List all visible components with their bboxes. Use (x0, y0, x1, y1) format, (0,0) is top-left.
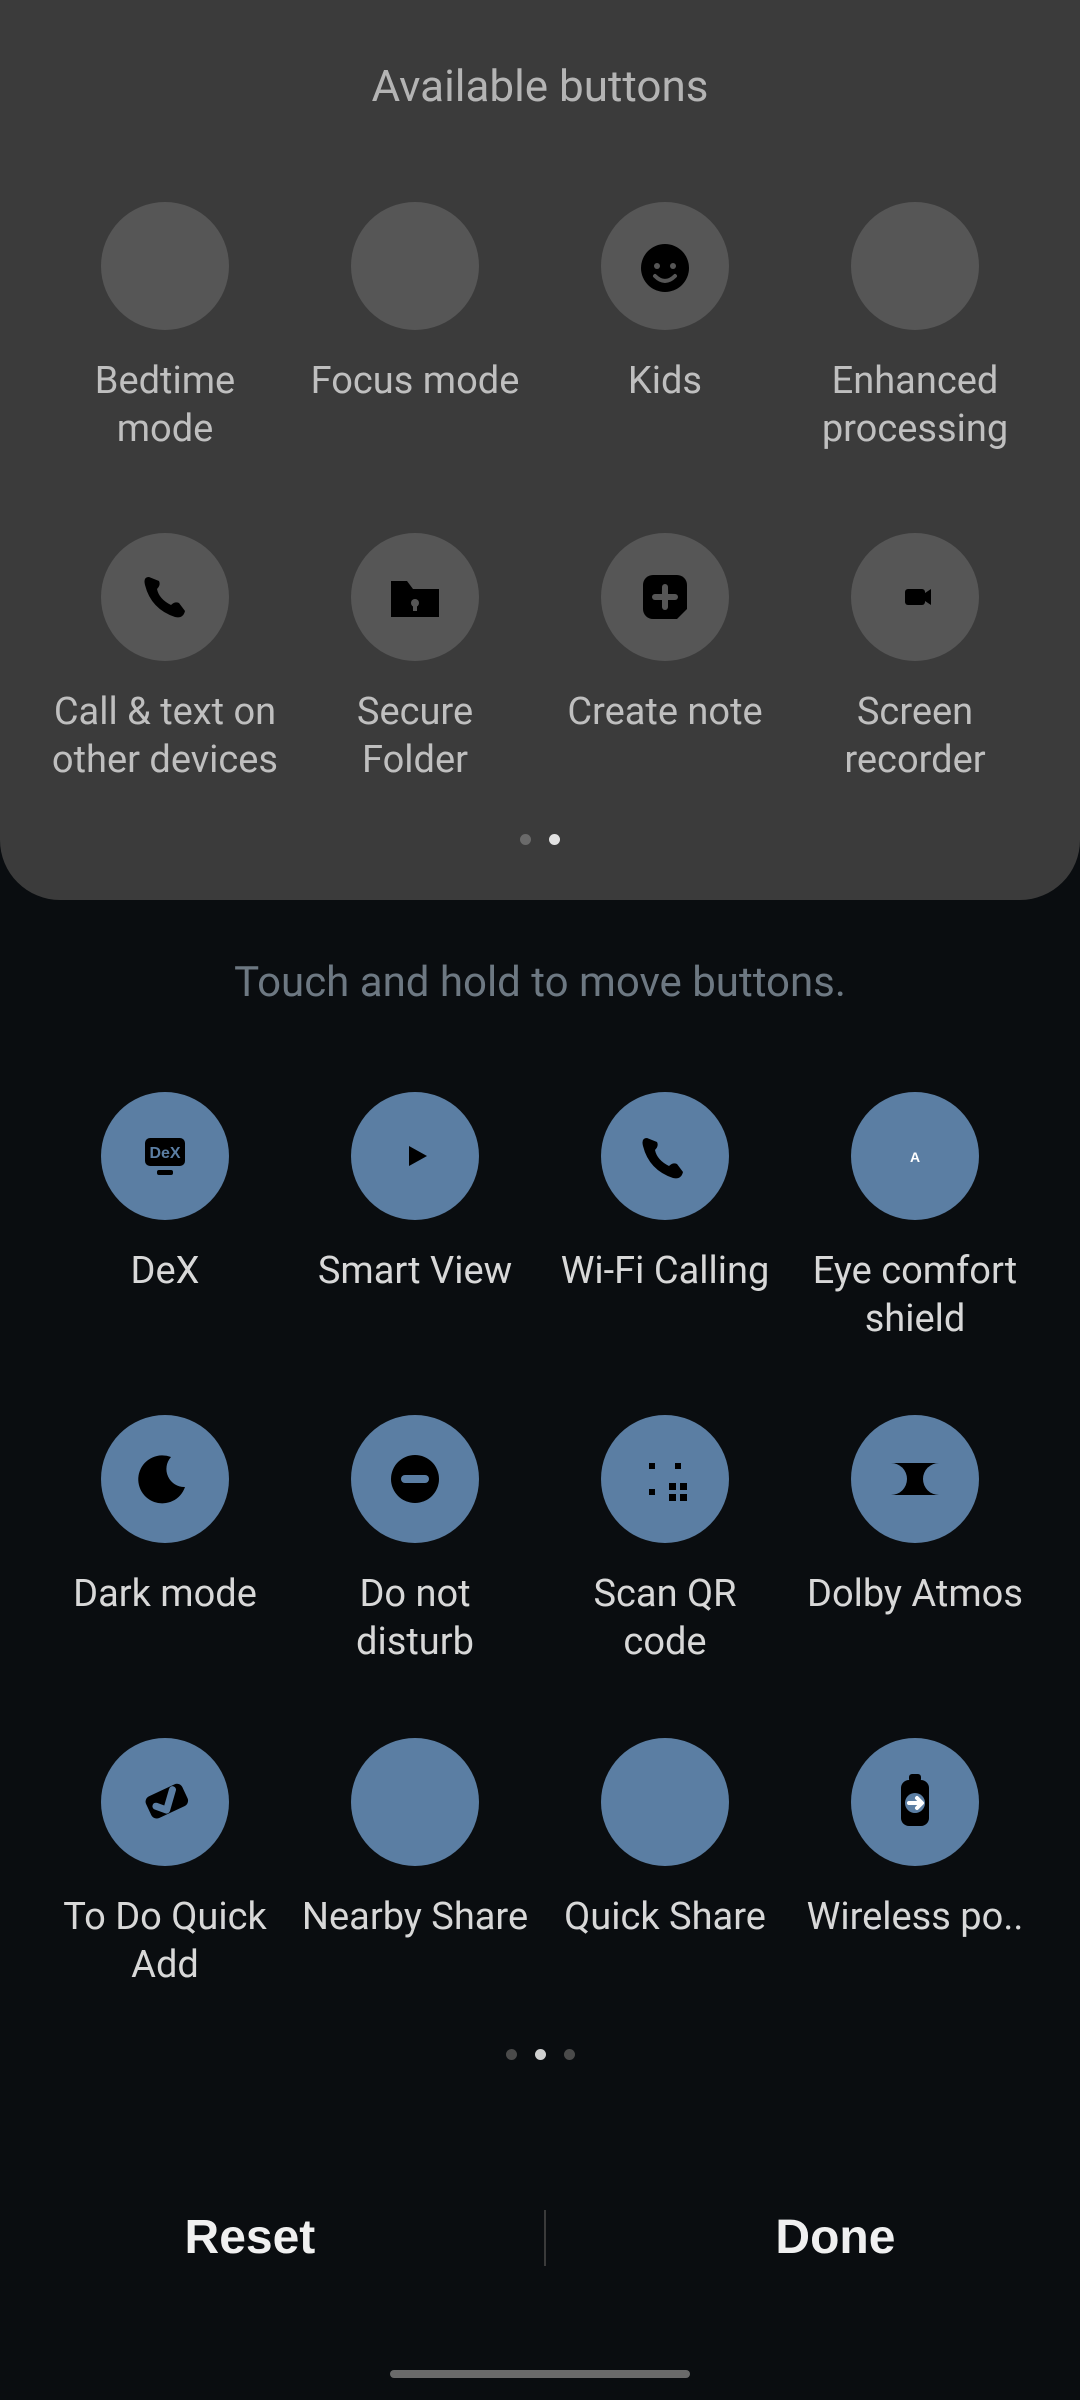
tile-focus-mode[interactable]: Focus mode (290, 202, 540, 453)
dolby-icon (851, 1415, 979, 1543)
pager-dot[interactable] (506, 2049, 517, 2060)
pager-dot-active[interactable] (549, 834, 560, 845)
tile-enhanced-processing[interactable]: Enhanced processing (790, 202, 1040, 453)
tile-wireless-power-sharing[interactable]: Wireless po.. (790, 1738, 1040, 1989)
wifi-call-icon (601, 1092, 729, 1220)
tile-dex[interactable]: DeX (40, 1092, 290, 1343)
tile-label: Wireless po.. (800, 1894, 1030, 1942)
record-frame-icon (851, 533, 979, 661)
tile-nearby-share[interactable]: Nearby Share (290, 1738, 540, 1989)
pager-dot[interactable] (520, 834, 531, 845)
done-button[interactable]: Done (715, 2190, 955, 2285)
footer-divider (544, 2210, 546, 2266)
note-plus-icon (601, 533, 729, 661)
tile-secure-folder[interactable]: Secure Folder (290, 533, 540, 784)
tile-smart-view[interactable]: Smart View (290, 1092, 540, 1343)
tile-label: Create note (567, 689, 762, 737)
nearby-icon (351, 1738, 479, 1866)
tile-label: Nearby Share (302, 1894, 528, 1942)
kid-face-icon (601, 202, 729, 330)
qr-icon (601, 1415, 729, 1543)
lock-folder-icon (351, 533, 479, 661)
active-grid: DeX Smart View Wi-Fi Calling Eye comfort… (30, 1092, 1050, 1989)
panel-title: Available buttons (30, 60, 1050, 112)
tile-label: Dolby Atmos (807, 1571, 1023, 1619)
tile-label: Do not disturb (300, 1571, 530, 1666)
tile-dolby-atmos[interactable]: Dolby Atmos (790, 1415, 1040, 1666)
tile-dark-mode[interactable]: Dark mode (40, 1415, 290, 1666)
bed-icon (101, 202, 229, 330)
available-pager (30, 834, 1050, 845)
target-icon (351, 202, 479, 330)
pager-dot[interactable] (564, 2049, 575, 2060)
quick-share-icon (601, 1738, 729, 1866)
tile-label: Eye comfort shield (800, 1248, 1030, 1343)
active-pager (30, 2049, 1050, 2060)
tile-call-text-other-devices[interactable]: Call & text on other devices (40, 533, 290, 784)
tile-label: Secure Folder (300, 689, 530, 784)
tile-label: Dark mode (73, 1571, 257, 1619)
tile-label: To Do Quick Add (50, 1894, 280, 1989)
tile-label: Screen recorder (800, 689, 1030, 784)
tile-kids[interactable]: Kids (540, 202, 790, 453)
tile-label: Quick Share (564, 1894, 766, 1942)
tile-do-not-disturb[interactable]: Do not disturb (290, 1415, 540, 1666)
tile-eye-comfort-shield[interactable]: Eye comfort shield (790, 1092, 1040, 1343)
tile-label: Enhanced processing (800, 358, 1030, 453)
available-grid: Bedtime mode Focus mode Kids Enhanced pr… (30, 202, 1050, 784)
smart-view-icon (351, 1092, 479, 1220)
tile-todo-quick-add[interactable]: To Do Quick Add (40, 1738, 290, 1989)
eye-comfort-icon (851, 1092, 979, 1220)
gauge-icon (851, 202, 979, 330)
active-buttons-panel: DeX Smart View Wi-Fi Calling Eye comfort… (0, 1092, 1080, 2060)
pager-dot-active[interactable] (535, 2049, 546, 2060)
tile-label: DeX (131, 1248, 200, 1296)
tile-label: Smart View (318, 1248, 512, 1296)
dex-icon (101, 1092, 229, 1220)
moon-icon (101, 1415, 229, 1543)
tile-create-note[interactable]: Create note (540, 533, 790, 784)
available-buttons-panel: Available buttons Bedtime mode Focus mod… (0, 0, 1080, 900)
tile-wifi-calling[interactable]: Wi-Fi Calling (540, 1092, 790, 1343)
footer-actions: Reset Done (0, 2190, 1080, 2285)
dnd-icon (351, 1415, 479, 1543)
tile-label: Scan QR code (550, 1571, 780, 1666)
tile-label: Wi-Fi Calling (561, 1248, 770, 1296)
tile-label: Kids (628, 358, 702, 406)
tile-quick-share[interactable]: Quick Share (540, 1738, 790, 1989)
reset-button[interactable]: Reset (125, 2190, 376, 2285)
gesture-bar[interactable] (390, 2370, 690, 2378)
move-hint: Touch and hold to move buttons. (0, 958, 1080, 1007)
battery-share-icon (851, 1738, 979, 1866)
tile-bedtime-mode[interactable]: Bedtime mode (40, 202, 290, 453)
tile-screen-recorder[interactable]: Screen recorder (790, 533, 1040, 784)
tile-label: Call & text on other devices (50, 689, 280, 784)
tile-scan-qr-code[interactable]: Scan QR code (540, 1415, 790, 1666)
tile-label: Bedtime mode (50, 358, 280, 453)
check-icon (101, 1738, 229, 1866)
phone-sync-icon (101, 533, 229, 661)
tile-label: Focus mode (311, 358, 520, 406)
